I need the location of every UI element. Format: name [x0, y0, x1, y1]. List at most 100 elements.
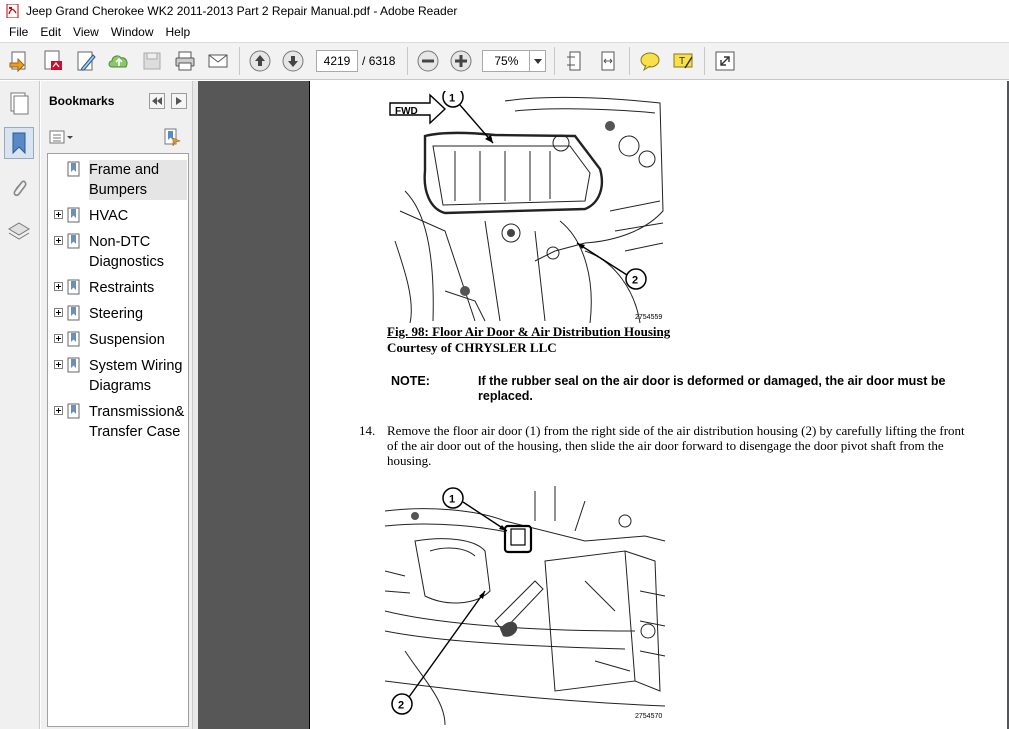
bookmark-item-restraints[interactable]: Restraints	[48, 278, 188, 298]
document-view[interactable]: FWD 1 2 2754559 Fig. 98: Floor Air Door …	[198, 81, 1009, 729]
bookmarks-icon[interactable]	[4, 127, 34, 159]
toolbar-separator	[554, 47, 556, 75]
callout-2: 2	[398, 700, 404, 712]
expand-icon[interactable]	[54, 308, 63, 317]
callout-1: 1	[449, 494, 455, 506]
comment-icon[interactable]	[636, 47, 664, 75]
page-number-input[interactable]: 4219	[316, 50, 358, 72]
bookmark-icon	[67, 331, 83, 348]
figure-id: 2754570	[635, 713, 663, 720]
upload-icon[interactable]	[105, 47, 133, 75]
menu-help[interactable]: Help	[160, 25, 197, 39]
zoom-select[interactable]: 75%	[482, 50, 547, 72]
bookmark-item-frame-and-bumpers[interactable]: Frame and Bumpers	[48, 160, 188, 200]
bookmark-icon	[67, 233, 83, 250]
title-bar: Jeep Grand Cherokee WK2 2011-2013 Part 2…	[0, 0, 1009, 22]
callout-2: 2	[632, 275, 638, 287]
export-pdf-icon[interactable]	[39, 47, 67, 75]
expand-icon[interactable]	[54, 210, 63, 219]
bookmark-label[interactable]: Suspension	[89, 330, 187, 350]
bookmark-item-transmission-transfer-case[interactable]: Transmission& Transfer Case	[48, 402, 188, 442]
svg-text:T: T	[679, 56, 685, 67]
zoom-out-icon[interactable]	[414, 47, 442, 75]
toolbar: 4219 / 6318 75% T	[0, 42, 1009, 80]
bookmarks-toolbar	[41, 125, 192, 151]
pdf-page[interactable]: FWD 1 2 2754559 Fig. 98: Floor Air Door …	[309, 81, 1007, 729]
expand-icon[interactable]	[711, 47, 739, 75]
document-gutter	[198, 81, 309, 729]
next-page-icon[interactable]	[279, 47, 307, 75]
note-label: NOTE:	[391, 374, 430, 388]
figure-courtesy: Courtesy of CHRYSLER LLC	[387, 340, 557, 355]
chevron-down-icon[interactable]	[529, 51, 545, 71]
create-pdf-icon[interactable]	[6, 47, 34, 75]
edit-icon[interactable]	[72, 47, 100, 75]
step-text: Remove the floor air door (1) from the r…	[387, 423, 965, 468]
fit-page-icon[interactable]	[561, 47, 589, 75]
page-separator: /	[362, 54, 366, 68]
step-number: 14.	[359, 423, 376, 438]
page-total: / 6318	[362, 54, 395, 68]
layers-icon[interactable]	[4, 215, 34, 247]
figure-caption: Fig. 98: Floor Air Door & Air Distributi…	[387, 324, 671, 339]
bookmarks-header: Bookmarks	[41, 81, 192, 121]
collapse-left-icon[interactable]	[149, 93, 165, 109]
options-menu-icon[interactable]	[49, 129, 75, 148]
menu-edit[interactable]: Edit	[34, 25, 67, 39]
navigation-pane	[0, 81, 40, 729]
email-icon[interactable]	[204, 47, 232, 75]
expand-icon[interactable]	[54, 236, 63, 245]
bookmark-label[interactable]: Non-DTC Diagnostics	[89, 232, 187, 272]
new-bookmark-icon[interactable]	[161, 128, 182, 149]
bookmark-label[interactable]: HVAC	[89, 206, 187, 226]
bookmark-item-steering[interactable]: Steering	[48, 304, 188, 324]
fit-width-icon[interactable]	[594, 47, 622, 75]
bookmark-label[interactable]: Restraints	[89, 278, 187, 298]
menu-bar: File Edit View Window Help	[0, 22, 1009, 42]
bookmark-icon	[67, 357, 83, 374]
figure-id: 2754559	[635, 314, 663, 321]
toolbar-separator	[239, 47, 240, 75]
figure-floor-air-door: FWD 1 2 2754559	[385, 86, 667, 324]
print-icon[interactable]	[171, 47, 199, 75]
window-title: Jeep Grand Cherokee WK2 2011-2013 Part 2…	[26, 4, 458, 18]
bookmark-item-non-dtc-diagnostics[interactable]: Non-DTC Diagnostics	[48, 232, 188, 272]
page-thumbnails-icon[interactable]	[4, 87, 34, 119]
bookmark-icon	[67, 403, 83, 420]
callout-1: 1	[449, 93, 455, 105]
menu-view[interactable]: View	[67, 25, 105, 39]
bookmark-icon	[67, 305, 83, 322]
bookmark-item-system-wiring-diagrams[interactable]: System Wiring Diagrams	[48, 356, 188, 396]
pdf-icon	[6, 3, 20, 19]
bookmarks-title: Bookmarks	[49, 94, 115, 108]
attachments-icon[interactable]	[4, 173, 34, 205]
save-icon[interactable]	[138, 47, 166, 75]
figure-floor-air-door-removal: 1 2 2754570	[384, 481, 667, 726]
bookmark-item-hvac[interactable]: HVAC	[48, 206, 188, 226]
figure-drawing: 1 2	[384, 486, 666, 726]
menu-file[interactable]: File	[3, 25, 34, 39]
page-count: 6318	[368, 54, 396, 68]
note-text: If the rubber seal on the air door is de…	[478, 374, 946, 403]
highlight-icon[interactable]: T	[669, 47, 697, 75]
expand-icon[interactable]	[54, 282, 63, 291]
bookmarks-panel: Bookmarks Frame and Bumpers HVAC Non-DTC…	[41, 81, 192, 729]
bookmark-item-suspension[interactable]: Suspension	[48, 330, 188, 350]
bookmark-label[interactable]: Steering	[89, 304, 187, 324]
toolbar-separator	[407, 47, 409, 75]
prev-page-icon[interactable]	[246, 47, 274, 75]
menu-window[interactable]: Window	[105, 25, 160, 39]
figure-drawing: FWD 1 2	[389, 86, 664, 324]
bookmark-label[interactable]: Transmission& Transfer Case	[89, 402, 187, 442]
zoom-value[interactable]: 75%	[483, 51, 529, 71]
bookmarks-tree: Frame and Bumpers HVAC Non-DTC Diagnosti…	[47, 153, 189, 727]
expand-icon[interactable]	[54, 360, 63, 369]
expand-icon[interactable]	[54, 334, 63, 343]
expand-icon[interactable]	[54, 406, 63, 415]
expand-right-icon[interactable]	[171, 93, 187, 109]
bookmark-label[interactable]: Frame and Bumpers	[89, 160, 187, 200]
bookmark-label[interactable]: System Wiring Diagrams	[89, 356, 187, 396]
toolbar-separator	[629, 47, 631, 75]
zoom-in-icon[interactable]	[447, 47, 475, 75]
bookmark-icon	[67, 207, 83, 224]
